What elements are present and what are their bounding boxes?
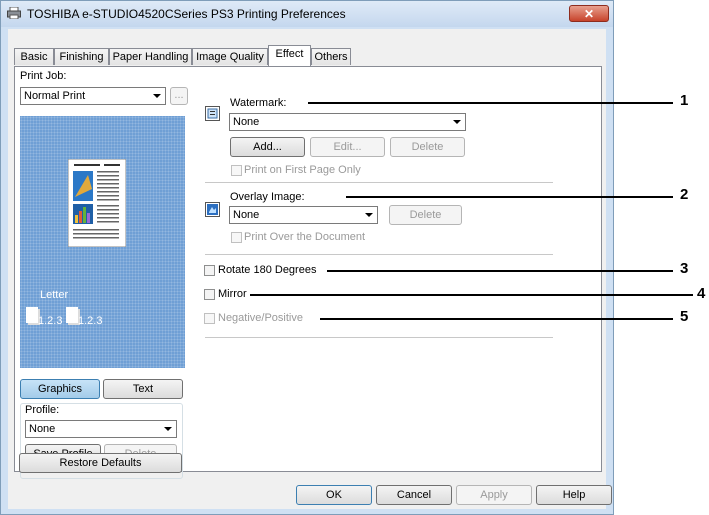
print-over-document-label: Print Over the Document — [244, 231, 366, 243]
print-job-select[interactable]: Normal Print — [20, 87, 166, 105]
tab-paper-handling[interactable]: Paper Handling — [109, 48, 192, 65]
dialog-client: Basic Finishing Paper Handling Image Qua… — [8, 29, 612, 509]
preview-pane: Letter 1.2.3 1.2.3 — [20, 116, 185, 368]
paper-size-label: Letter — [40, 289, 69, 301]
overlay-image-value: None — [233, 209, 260, 221]
print-over-document-checkbox[interactable] — [231, 232, 242, 243]
overlay-image-label: Overlay Image: — [230, 191, 305, 203]
chevron-down-icon — [453, 120, 461, 124]
print-job-more-button[interactable]: ... — [170, 87, 188, 105]
watermark-add-button[interactable]: Add... — [230, 137, 305, 157]
tab-others[interactable]: Others — [311, 48, 351, 65]
mirror-label: Mirror — [218, 288, 247, 300]
page-order-2: 1.2.3 — [78, 315, 103, 327]
overlay-image-select[interactable]: None — [229, 206, 378, 224]
tab-basic[interactable]: Basic — [14, 48, 54, 65]
page-stack-icon — [26, 307, 38, 323]
tab-finishing[interactable]: Finishing — [54, 48, 109, 65]
printing-preferences-window: TOSHIBA e-STUDIO4520CSeries PS3 Printing… — [0, 0, 614, 515]
apply-button[interactable]: Apply — [456, 485, 532, 505]
mirror-checkbox[interactable] — [204, 289, 215, 300]
help-button[interactable]: Help — [536, 485, 612, 505]
chevron-down-icon — [164, 427, 172, 431]
divider — [205, 337, 553, 338]
callout-number-1: 1 — [680, 92, 689, 109]
callout-number-4: 4 — [697, 285, 706, 302]
chevron-down-icon — [153, 94, 161, 98]
page-stack-icon — [66, 307, 78, 323]
window-title: TOSHIBA e-STUDIO4520CSeries PS3 Printing… — [27, 7, 346, 21]
callout-line-1 — [308, 102, 673, 104]
profile-select[interactable]: None — [25, 420, 177, 438]
divider — [205, 182, 553, 183]
callout-line-5 — [320, 318, 673, 320]
title-bar: TOSHIBA e-STUDIO4520CSeries PS3 Printing… — [1, 1, 613, 27]
watermark-label: Watermark: — [230, 97, 287, 109]
printer-icon — [7, 7, 21, 19]
rotate-180-label: Rotate 180 Degrees — [218, 264, 317, 276]
rotate-180-checkbox[interactable] — [204, 265, 215, 276]
overlay-delete-button[interactable]: Delete — [389, 205, 462, 225]
callout-number-5: 5 — [680, 308, 689, 325]
watermark-delete-button[interactable]: Delete — [390, 137, 465, 157]
print-job-label: Print Job: — [20, 70, 67, 82]
graphics-button[interactable]: Graphics — [20, 379, 100, 399]
callout-number-2: 2 — [680, 186, 689, 203]
text-button[interactable]: Text — [103, 379, 183, 399]
callout-line-3 — [327, 270, 673, 272]
close-button[interactable]: ✕ — [569, 5, 609, 22]
divider — [205, 254, 553, 255]
ok-button[interactable]: OK — [296, 485, 372, 505]
tab-image-quality[interactable]: Image Quality — [192, 48, 268, 65]
callout-line-4 — [250, 294, 693, 296]
document-preview-icon — [68, 159, 126, 247]
profile-value: None — [29, 423, 56, 435]
watermark-select[interactable]: None — [229, 113, 466, 131]
first-page-only-checkbox[interactable] — [231, 165, 242, 176]
print-job-value: Normal Print — [24, 90, 86, 102]
negative-positive-checkbox[interactable] — [204, 313, 215, 324]
first-page-only-label: Print on First Page Only — [244, 164, 361, 176]
profile-label: Profile: — [25, 404, 60, 416]
callout-line-2 — [346, 196, 673, 198]
watermark-edit-button[interactable]: Edit... — [310, 137, 385, 157]
overlay-image-icon — [205, 202, 220, 217]
watermark-value: None — [233, 116, 260, 128]
tab-effect[interactable]: Effect — [268, 45, 311, 66]
chevron-down-icon — [365, 213, 373, 217]
cancel-button[interactable]: Cancel — [376, 485, 452, 505]
page-order-1: 1.2.3 — [38, 315, 63, 327]
negative-positive-label: Negative/Positive — [218, 312, 303, 324]
callout-number-3: 3 — [680, 260, 689, 277]
watermark-icon — [205, 106, 220, 121]
restore-defaults-button[interactable]: Restore Defaults — [19, 453, 182, 473]
